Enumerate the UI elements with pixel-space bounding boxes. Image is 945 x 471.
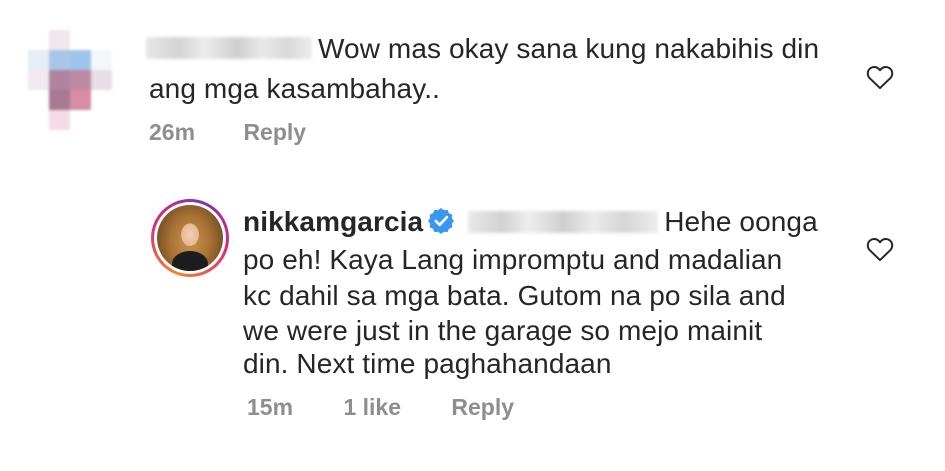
avatar-photo bbox=[157, 205, 223, 271]
comment-2-line-2: po eh! Kaya Lang impromptu and madalian bbox=[243, 244, 783, 275]
comment-1-meta: 26m Reply bbox=[149, 119, 306, 146]
comment-2-line-5: din. Next time paghahandaan bbox=[243, 348, 612, 379]
comment-2-line-4-wrap: we were just in the garage so mejo maini… bbox=[243, 314, 762, 348]
comment-1-text: Wow mas okay sana kung nakabihis din bbox=[318, 32, 819, 66]
comment-2-first-line: nikkamgarcia Hehe oonga bbox=[243, 205, 818, 239]
like-heart-icon-1[interactable] bbox=[866, 64, 894, 90]
comment-2-time: 15m bbox=[247, 394, 294, 420]
comment-2-line-5-wrap: din. Next time paghahandaan bbox=[243, 347, 612, 381]
comment-2-meta: 15m 1 like Reply bbox=[247, 394, 514, 421]
comment-2-line-3: kc dahil sa mga bata. Gutom na po sila a… bbox=[243, 280, 786, 311]
comment-2-reply-button[interactable]: Reply bbox=[451, 394, 514, 420]
comment-2-likes-link[interactable]: 1 like bbox=[343, 394, 401, 420]
blurred-mention[interactable] bbox=[468, 211, 659, 233]
comment-2-line-4: we were just in the garage so mejo maini… bbox=[243, 315, 763, 346]
comment-1-line-2: ang mga kasambahay.. bbox=[149, 73, 440, 104]
comment-2-line-3-wrap: kc dahil sa mga bata. Gutom na po sila a… bbox=[243, 279, 786, 313]
comment-1-time: 26m bbox=[149, 119, 196, 145]
like-heart-icon-2[interactable] bbox=[866, 236, 894, 262]
comment-2-line-2-wrap: po eh! Kaya Lang impromptu and madalian bbox=[243, 243, 782, 277]
blurred-username-1[interactable] bbox=[146, 37, 312, 59]
verified-badge-icon bbox=[428, 208, 455, 234]
avatar-nikkamgarcia[interactable] bbox=[151, 199, 229, 277]
avatar-blurred[interactable] bbox=[28, 30, 112, 130]
comment-1-reply-button[interactable]: Reply bbox=[243, 119, 306, 145]
comment-2-line-1: Hehe oonga bbox=[664, 206, 818, 237]
username-nikkamgarcia[interactable]: nikkamgarcia bbox=[243, 206, 423, 237]
comment-1-text-cont: ang mga kasambahay.. bbox=[149, 72, 440, 106]
comment-1-line-1: Wow mas okay sana kung nakabihis din bbox=[318, 33, 820, 64]
